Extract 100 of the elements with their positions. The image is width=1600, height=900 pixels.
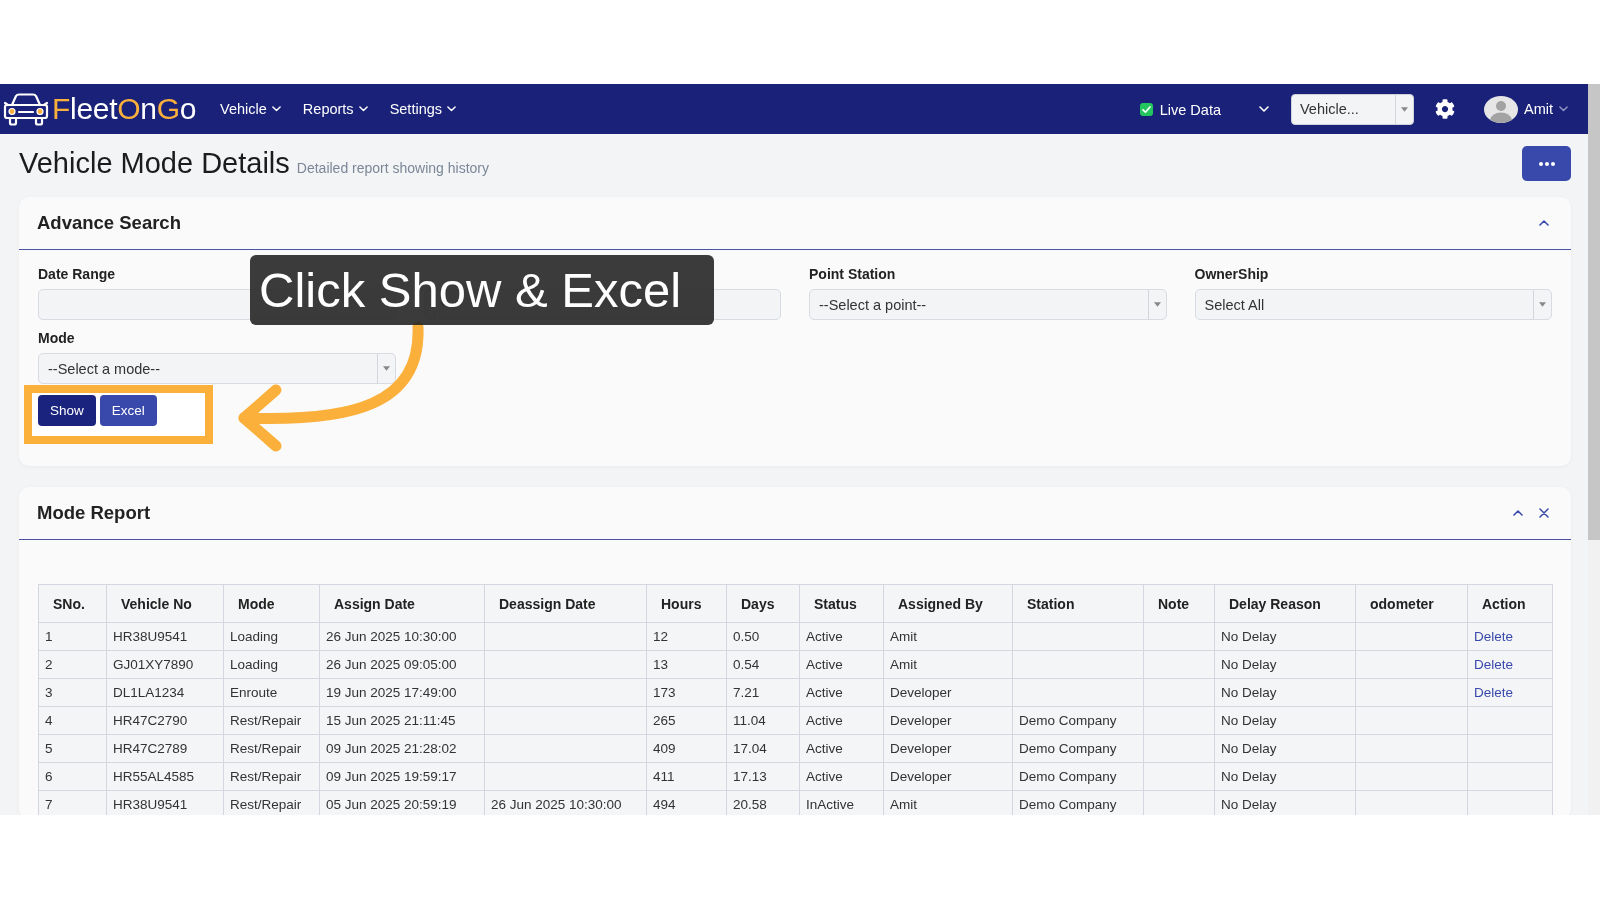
live-data-label: Live Data — [1159, 101, 1221, 118]
nav-menu-item[interactable]: Settings — [389, 101, 457, 117]
chevron-down-icon — [447, 106, 457, 112]
table-cell: 7.21 — [726, 678, 800, 707]
table-cell: 11.04 — [726, 706, 800, 735]
column-header: Mode — [223, 584, 320, 623]
avatar-icon — [1484, 95, 1518, 123]
field-label: OwnerShip — [1194, 265, 1270, 283]
caret-down-icon — [382, 366, 390, 371]
table-cell: 12 — [646, 622, 727, 651]
page-title: Vehicle Mode Details — [19, 146, 290, 180]
table-cell: HR47C2790 — [106, 706, 224, 735]
page-subtitle: Detailed report showing history — [296, 160, 490, 176]
table-cell: Developer — [883, 734, 1013, 763]
car-icon — [3, 92, 49, 126]
table-cell: 09 Jun 2025 21:28:02 — [319, 734, 485, 763]
caret-down-icon — [1153, 302, 1161, 307]
table-cell: HR55AL4585 — [106, 762, 224, 791]
table-cell: No Delay — [1214, 706, 1356, 735]
table-cell: No Delay — [1214, 678, 1356, 707]
close-icon — [1539, 508, 1549, 518]
table-cell: DL1LA1234 — [106, 678, 224, 707]
panel-title: Advance Search — [37, 212, 181, 234]
table-cell: 0.50 — [726, 622, 800, 651]
table-cell: No Delay — [1214, 734, 1356, 763]
scrollbar-track[interactable] — [1588, 84, 1600, 815]
table-cell: 13 — [646, 650, 727, 679]
field-label: Date Range — [38, 265, 117, 283]
chevron-down-icon — [1559, 106, 1568, 112]
action-button[interactable]: Excel — [99, 395, 157, 426]
settings-button[interactable] — [1435, 99, 1455, 119]
table-cell: No Delay — [1214, 762, 1356, 791]
table-cell: 15 Jun 2025 21:11:45 — [319, 706, 485, 735]
table-cell: HR47C2789 — [106, 734, 224, 763]
table-cell: 4 — [38, 706, 107, 735]
table-cell: 409 — [646, 734, 727, 763]
table-cell: 1 — [38, 622, 107, 651]
select-field[interactable]: Select All — [1194, 289, 1552, 320]
table-cell: Loading — [223, 650, 320, 679]
nav-menu-item[interactable]: Reports — [302, 101, 368, 117]
table-cell: Demo Company — [1012, 734, 1144, 763]
delete-link[interactable]: Delete — [1474, 629, 1514, 644]
panel-title: Mode Report — [37, 502, 151, 524]
settings-icon — [1435, 99, 1455, 119]
table-cell: 17.13 — [726, 762, 800, 791]
user-menu[interactable]: Amit — [1484, 95, 1568, 123]
table-cell: Active — [799, 622, 884, 651]
table-cell: 26 Jun 2025 10:30:00 — [319, 622, 485, 651]
logo-text: FleetOnGo — [52, 94, 197, 124]
table-cell: Developer — [883, 678, 1013, 707]
more-button[interactable] — [1522, 146, 1571, 181]
table-cell: 17.04 — [726, 734, 800, 763]
action-button[interactable]: Show — [38, 395, 96, 426]
dropdown-button[interactable] — [1259, 106, 1269, 112]
table-cell: No Delay — [1214, 650, 1356, 679]
field-label: Point Station — [809, 265, 897, 283]
column-header: Action — [1467, 584, 1553, 623]
table-cell: Rest/Repair — [223, 706, 320, 735]
table-cell: Active — [799, 734, 884, 763]
table-cell: Demo Company — [1012, 762, 1144, 791]
column-header: Deassign Date — [484, 584, 647, 623]
collapse-button[interactable] — [1539, 220, 1549, 226]
checkbox[interactable] — [1139, 102, 1153, 116]
table-cell: 411 — [646, 762, 727, 791]
column-header: Note — [1143, 584, 1215, 623]
ellipsis-icon — [1538, 161, 1555, 166]
chevron-down-icon — [1259, 106, 1269, 112]
table-cell: Rest/Repair — [223, 762, 320, 791]
callout-tooltip: Click Show & Excel — [250, 255, 714, 325]
table-cell: GJ01XY7890 — [106, 650, 224, 679]
column-header: Days — [726, 584, 800, 623]
caret-down-icon — [1539, 302, 1546, 307]
table-cell: 173 — [646, 678, 727, 707]
collapse-button[interactable] — [1513, 510, 1523, 516]
table-cell: Enroute — [223, 678, 320, 707]
chevron-up-icon — [1539, 220, 1549, 226]
delete-link[interactable]: Delete — [1474, 685, 1514, 700]
chevron-up-icon — [1513, 510, 1523, 516]
column-header: SNo. — [38, 584, 107, 623]
delete-link[interactable]: Delete — [1474, 657, 1514, 672]
column-header: Delay Reason — [1214, 584, 1356, 623]
column-header: Vehicle No — [106, 584, 224, 623]
chevron-down-icon — [358, 106, 368, 112]
column-header: Station — [1012, 584, 1144, 623]
select-field[interactable]: --Select a mode-- — [38, 353, 396, 384]
select-field[interactable]: --Select a point-- — [809, 289, 1167, 320]
table-cell: Rest/Repair — [223, 734, 320, 763]
column-header: Assign Date — [319, 584, 485, 623]
scrollbar-thumb[interactable] — [1588, 84, 1600, 540]
chevron-down-icon — [271, 106, 281, 112]
table-cell: HR38U9541 — [106, 622, 224, 651]
close-button[interactable] — [1539, 508, 1549, 518]
table-cell: Amit — [883, 650, 1013, 679]
nav-menu-item[interactable]: Vehicle — [220, 101, 281, 117]
table-cell: 2 — [38, 650, 107, 679]
table-cell: 5 — [38, 734, 107, 763]
table-cell: Developer — [883, 706, 1013, 735]
vehicle-select[interactable]: Vehicle... — [1291, 93, 1414, 125]
table-cell: 3 — [38, 678, 107, 707]
table-cell: No Delay — [1214, 622, 1356, 651]
